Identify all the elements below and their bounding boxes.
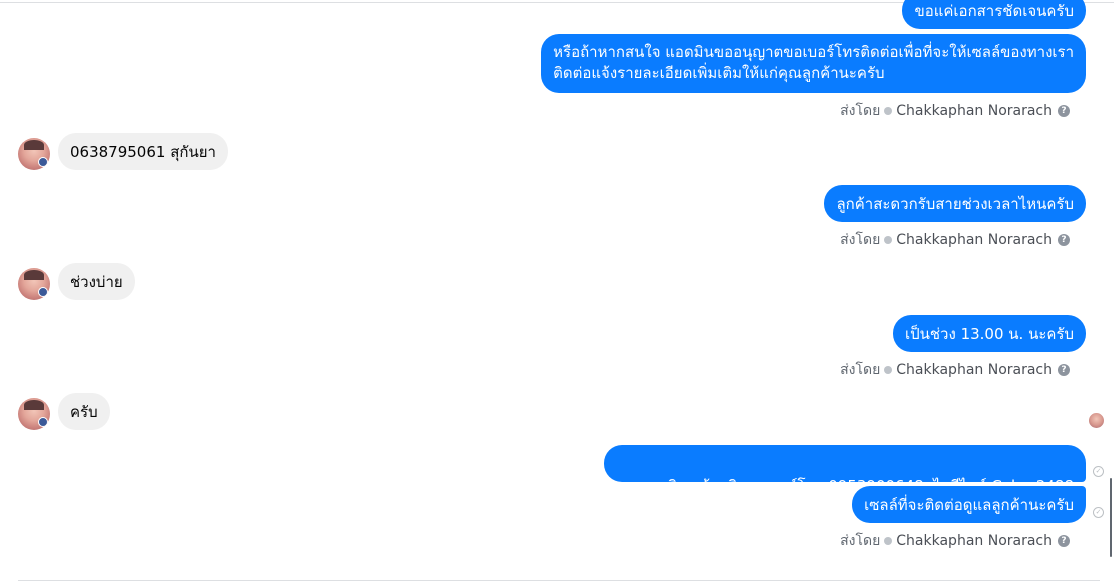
sent-by-label: ส่งโดย <box>840 103 881 119</box>
message-text: ขอแค่เอกสารชัดเจนครับ <box>914 2 1074 20</box>
sent-by-label: ส่งโดย <box>840 232 881 248</box>
help-icon[interactable]: ? <box>1058 105 1070 117</box>
sent-by-row: ส่งโดย Chakkaphan Norarach ? <box>840 530 1070 552</box>
sender-name[interactable]: Chakkaphan Norarach <box>896 103 1052 119</box>
sender-name[interactable]: Chakkaphan Norarach <box>896 232 1052 248</box>
message-text: ลูกค้าสะดวกรับสายช่วงเวลาไหนครับ <box>836 195 1074 213</box>
contact-avatar[interactable] <box>18 138 50 170</box>
seen-avatar-icon <box>1089 413 1104 428</box>
outgoing-message[interactable]: ลูกค้าสะดวกรับสายช่วงเวลาไหนครับ <box>824 185 1086 222</box>
message-text: 0638795061 สุกันยา <box>70 143 216 161</box>
outgoing-message[interactable]: เซลล์ที่จะติดต่อดูแลลูกค้านะครับ <box>852 486 1086 523</box>
messenger-badge-icon <box>38 287 48 297</box>
delivered-check-icon: ✓ <box>1093 466 1104 477</box>
incoming-message[interactable]: 0638795061 สุกันยา <box>58 133 228 170</box>
chat-thread: ขอแค่เอกสารชัดเจนครับ หรือถ้าหากสนใจ แอด… <box>0 0 1114 583</box>
contact-avatar[interactable] <box>18 398 50 430</box>
help-icon[interactable]: ? <box>1058 364 1070 376</box>
delivered-check-icon: ✓ <box>1093 507 1104 518</box>
incoming-message[interactable]: ครับ <box>58 393 110 430</box>
incoming-message[interactable]: ช่วงบ่าย <box>58 263 135 300</box>
outgoing-message[interactable]: คุณสุธิดา น้อยธิ เบอร์โทร 0953900648 ไอด… <box>603 445 1086 495</box>
sender-name[interactable]: Chakkaphan Norarach <box>896 533 1052 549</box>
message-text-line: หรือถ้าหากสนใจ แอดมินขออนุญาตขอเบอร์โทรต… <box>553 43 1074 61</box>
sent-by-row: ส่งโดย Chakkaphan Norarach ? <box>840 229 1070 251</box>
sent-by-label: ส่งโดย <box>840 362 881 378</box>
message-text-line: ติดต่อแจ้งรายละเอียดเพิ่มเติมให้แก่คุณลู… <box>553 64 885 82</box>
verified-icon <box>884 537 893 545</box>
help-icon[interactable]: ? <box>1058 234 1070 246</box>
message-text: เป็นช่วง 13.00 น. นะครับ <box>904 325 1074 343</box>
verified-icon <box>884 236 893 244</box>
outgoing-message[interactable]: ขอแค่เอกสารชัดเจนครับ <box>902 0 1086 29</box>
message-text: เซลล์ที่จะติดต่อดูแลลูกค้านะครับ <box>864 496 1074 514</box>
sent-by-label: ส่งโดย <box>840 533 881 549</box>
sent-by-row: ส่งโดย Chakkaphan Norarach ? <box>840 359 1070 381</box>
sender-name[interactable]: Chakkaphan Norarach <box>896 362 1052 378</box>
messenger-badge-icon <box>38 417 48 427</box>
outgoing-message[interactable]: เป็นช่วง 13.00 น. นะครับ <box>892 315 1086 352</box>
contact-avatar[interactable] <box>18 268 50 300</box>
help-icon[interactable]: ? <box>1058 535 1070 547</box>
composer-divider <box>18 580 1100 581</box>
verified-icon <box>884 366 893 374</box>
message-text: ช่วงบ่าย <box>70 273 123 291</box>
message-text: ครับ <box>70 403 98 421</box>
sent-by-row: ส่งโดย Chakkaphan Norarach ? <box>840 100 1070 122</box>
outgoing-message[interactable]: หรือถ้าหากสนใจ แอดมินขออนุญาตขอเบอร์โทรต… <box>541 34 1086 93</box>
verified-icon <box>884 107 893 115</box>
messenger-badge-icon <box>38 157 48 167</box>
scrollbar[interactable] <box>1110 478 1112 557</box>
